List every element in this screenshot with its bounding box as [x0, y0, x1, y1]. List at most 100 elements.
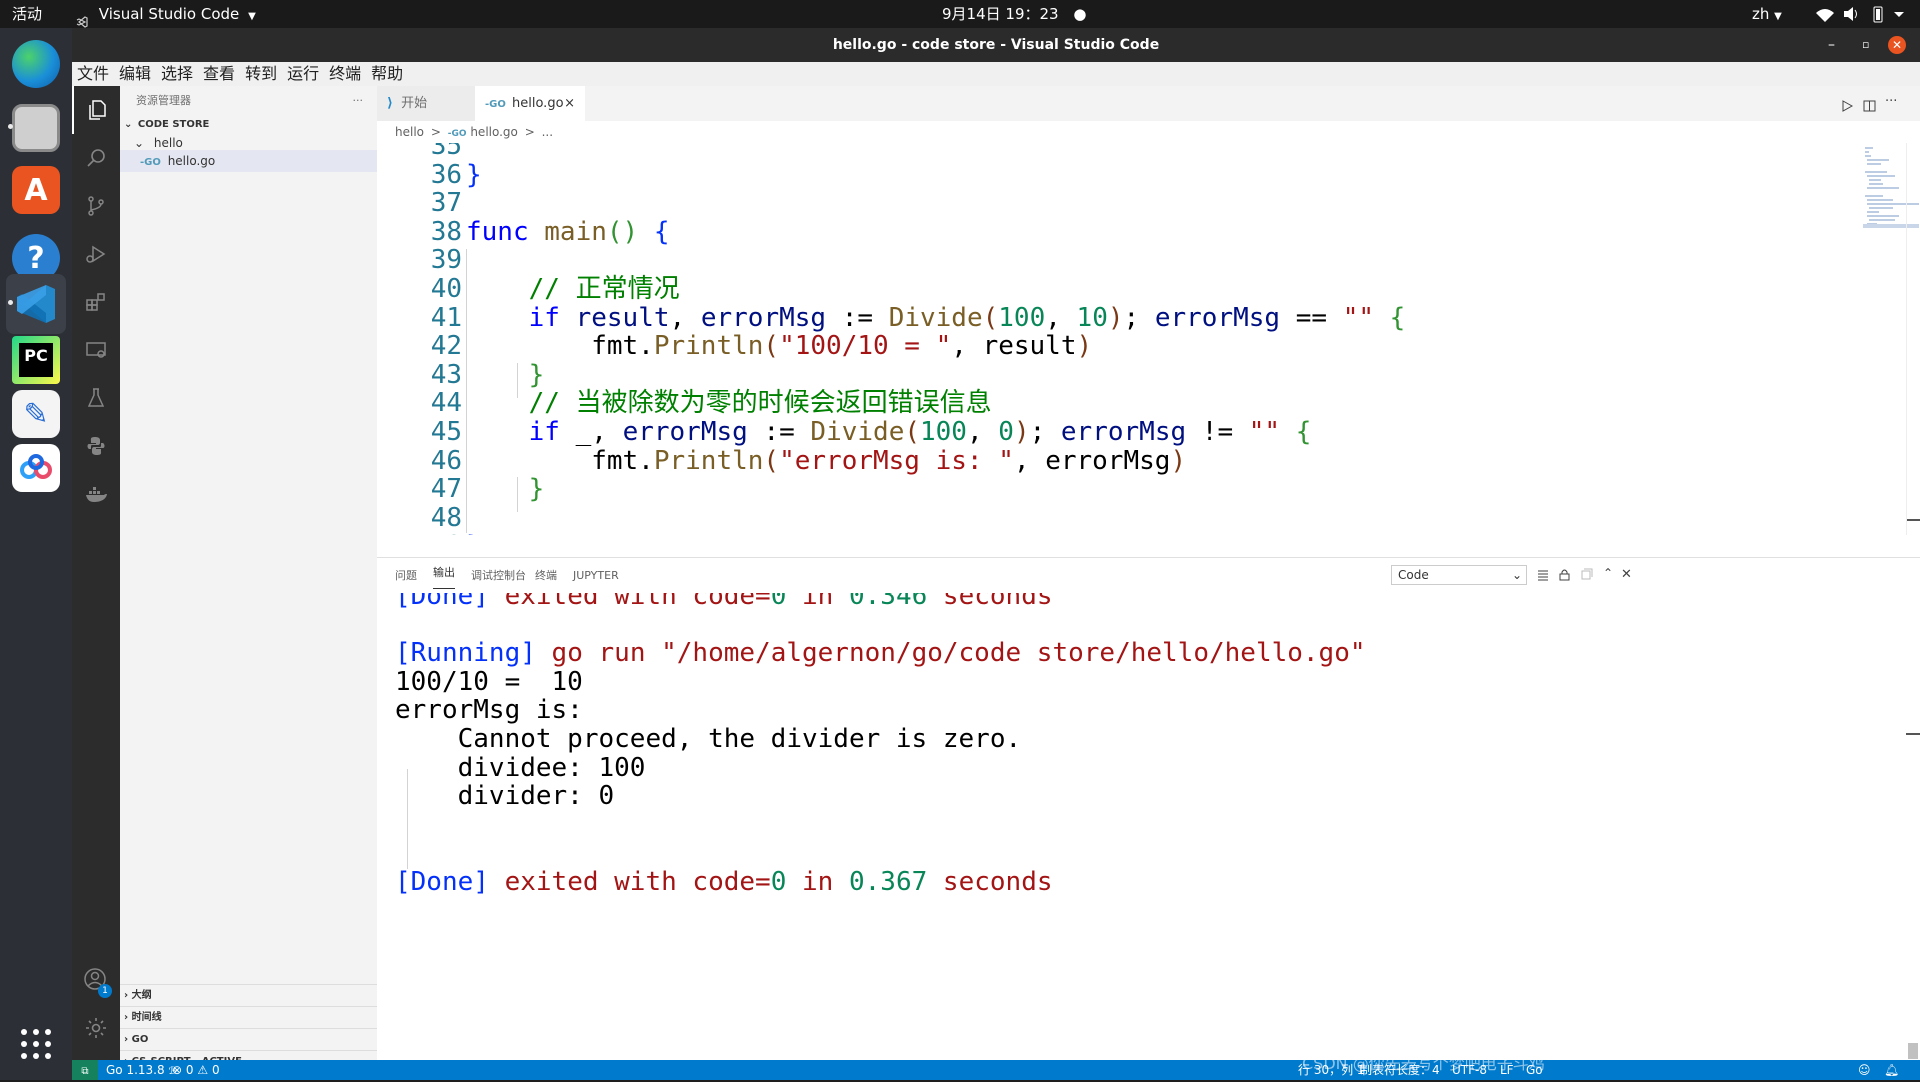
editor-scrollbar[interactable]	[1906, 143, 1920, 535]
tab-hello-go[interactable]: -GO hello.go ×	[475, 86, 585, 121]
menu-file[interactable]: 文件	[72, 62, 114, 86]
remote-indicator[interactable]: ⧉	[72, 1060, 98, 1080]
tab-problems[interactable]: 问题	[395, 558, 417, 593]
output-line: [Done] exited with code=0 in 0.367 secon…	[395, 867, 1053, 897]
vscode-icon	[12, 280, 60, 328]
run-debug-icon[interactable]	[72, 230, 120, 278]
tab-jupyter[interactable]: JUPYTER	[573, 558, 619, 593]
minimize-button[interactable]: –	[1828, 28, 1835, 62]
menu-selection[interactable]: 选择	[156, 62, 198, 86]
explorer-icon[interactable]	[72, 86, 120, 134]
tab-debug-console[interactable]: 调试控制台	[471, 558, 526, 593]
system-top-bar: 活动 Visual Studio Code ▼ 9月14日 19：23 ● zh…	[0, 0, 1920, 28]
chevron-down-icon: ⌄	[124, 119, 133, 130]
testing-flask-icon[interactable]	[72, 374, 120, 422]
notifications-bell-icon[interactable]: 🔔︎	[1884, 1060, 1899, 1080]
menu-view[interactable]: 查看	[198, 62, 240, 86]
wifi-icon	[1816, 9, 1834, 22]
docker-icon[interactable]	[72, 470, 120, 518]
output-view[interactable]: [Done] exited with code=0 in 0.346 secon…	[377, 593, 1920, 1061]
output-line: divider: 0	[395, 781, 615, 812]
pycharm-launcher[interactable]: PC	[6, 330, 66, 390]
feedback-icon[interactable]: ☺	[1858, 1060, 1871, 1080]
software-center-launcher[interactable]: A	[6, 160, 66, 220]
output-channel-select[interactable]: Code ⌄	[1391, 565, 1527, 585]
edge-browser-launcher[interactable]	[6, 34, 66, 94]
app-store-icon: A	[12, 166, 60, 214]
close-tab-button[interactable]: ×	[564, 86, 575, 121]
extensions-icon[interactable]	[72, 278, 120, 326]
remote-icon: ⧉	[81, 1066, 89, 1077]
lock-scroll-icon[interactable]	[1559, 568, 1570, 584]
run-code-icon[interactable]	[1841, 97, 1854, 116]
vscode-window: hello.go - code store - Visual Studio Co…	[72, 28, 1920, 1080]
python-icon[interactable]	[72, 422, 120, 470]
netdisk-icon	[12, 444, 60, 492]
tab-welcome[interactable]: ⟩ 开始	[377, 86, 475, 121]
menu-go[interactable]: 转到	[240, 62, 282, 86]
clock[interactable]: 9月14日 19：23 ●	[942, 0, 1086, 28]
go-file-icon: -GO	[485, 99, 506, 110]
settings-gear-icon[interactable]	[72, 1004, 120, 1052]
chevron-up-icon[interactable]: ⌃	[1603, 566, 1613, 580]
maximize-button[interactable]: ▫	[1862, 28, 1869, 62]
code-editor[interactable]: 35 36} 37 38 func main() {39 40 // 正常情况 41 if …	[377, 143, 1920, 535]
activity-bar: 1	[72, 86, 120, 1060]
go-version[interactable]: Go 1.13.8 ℬ	[106, 1060, 176, 1082]
close-panel-icon[interactable]: ✕	[1621, 567, 1632, 582]
search-icon[interactable]	[72, 134, 120, 182]
go-file-icon: -GO	[140, 157, 161, 168]
power-chevron-icon	[1894, 12, 1904, 17]
editor-more-icon[interactable]: ···	[1885, 94, 1897, 109]
menu-terminal[interactable]: 终端	[324, 62, 366, 86]
breadcrumb-folder[interactable]: hello	[395, 125, 424, 139]
explorer-sidebar: 资源管理器 ··· ⌄ CODE STORE ⌄ hello -GO hello…	[120, 86, 377, 1067]
battery-icon	[1873, 6, 1883, 23]
system-tray[interactable]	[1812, 0, 1916, 28]
app-grid-icon	[21, 1029, 51, 1059]
code-line[interactable]: 49}	[377, 529, 1877, 535]
input-method-indicator[interactable]: zh ▼	[1752, 0, 1782, 28]
close-window-button[interactable]: ✕	[1888, 36, 1906, 54]
status-bar: ⧉ Go 1.13.8 ℬ ⊗ 0 ⚠ 0 行 30，列 1 制表符长度：4 U…	[72, 1060, 1920, 1080]
ubuntu-dock: A ? PC ✎	[0, 28, 72, 1080]
accounts-icon[interactable]: 1	[72, 956, 120, 1004]
output-scrollbar[interactable]	[1906, 593, 1920, 1061]
vscode-small-icon	[76, 9, 88, 28]
vscode-launcher[interactable]	[6, 274, 66, 334]
breadcrumb-symbol[interactable]: ...	[542, 125, 553, 139]
panel-tabs: 问题 输出 调试控制台 终端 JUPYTER Code ⌄ ⌃ ✕	[377, 558, 1920, 593]
source-control-icon[interactable]	[72, 182, 120, 230]
menu-edit[interactable]: 编辑	[114, 62, 156, 86]
show-applications-button[interactable]	[6, 1014, 66, 1074]
menu-help[interactable]: 帮助	[366, 62, 408, 86]
menu-bar: 文件 编辑 选择 查看 转到 运行 终端 帮助	[72, 62, 1920, 86]
problems-indicator[interactable]: ⊗ 0 ⚠ 0	[172, 1060, 220, 1080]
activities-button[interactable]: 活动	[12, 0, 42, 28]
timeline-section[interactable]: › 时间线	[120, 1006, 377, 1028]
remote-explorer-icon[interactable]	[72, 326, 120, 374]
error-icon: ⊗	[172, 1063, 183, 1077]
menu-run[interactable]: 运行	[282, 62, 324, 86]
code-text: }	[466, 529, 482, 535]
app-menu[interactable]: Visual Studio Code ▼	[76, 0, 256, 28]
tab-output[interactable]: 输出	[433, 558, 455, 589]
warning-icon: ⚠	[197, 1063, 209, 1077]
chevron-down-icon: ⌄	[134, 136, 145, 150]
text-editor-launcher[interactable]: ✎	[6, 384, 66, 444]
editor-tabs: ⟩ 开始 -GO hello.go × ···	[377, 86, 1920, 121]
files-launcher[interactable]	[6, 98, 66, 158]
baidu-netdisk-launcher[interactable]	[6, 438, 66, 498]
more-actions-button[interactable]: ···	[353, 90, 364, 112]
clear-output-icon[interactable]	[1537, 569, 1549, 584]
go-section[interactable]: › GO	[120, 1028, 377, 1050]
breadcrumb-file[interactable]: hello.go	[470, 125, 518, 139]
tab-terminal[interactable]: 终端	[535, 558, 557, 593]
maximize-panel-icon[interactable]	[1581, 568, 1593, 583]
chevron-down-icon: ▼	[248, 11, 256, 22]
watermark: CSDN @你先去写个梦吧电子斗鸡	[1302, 1054, 1545, 1073]
tree-file-hello-go[interactable]: -GO hello.go	[120, 150, 377, 172]
bottom-panel: 问题 输出 调试控制台 终端 JUPYTER Code ⌄ ⌃ ✕ [Done]…	[377, 557, 1920, 1060]
split-editor-icon[interactable]	[1863, 97, 1876, 116]
outline-section[interactable]: › 大纲	[120, 984, 377, 1006]
